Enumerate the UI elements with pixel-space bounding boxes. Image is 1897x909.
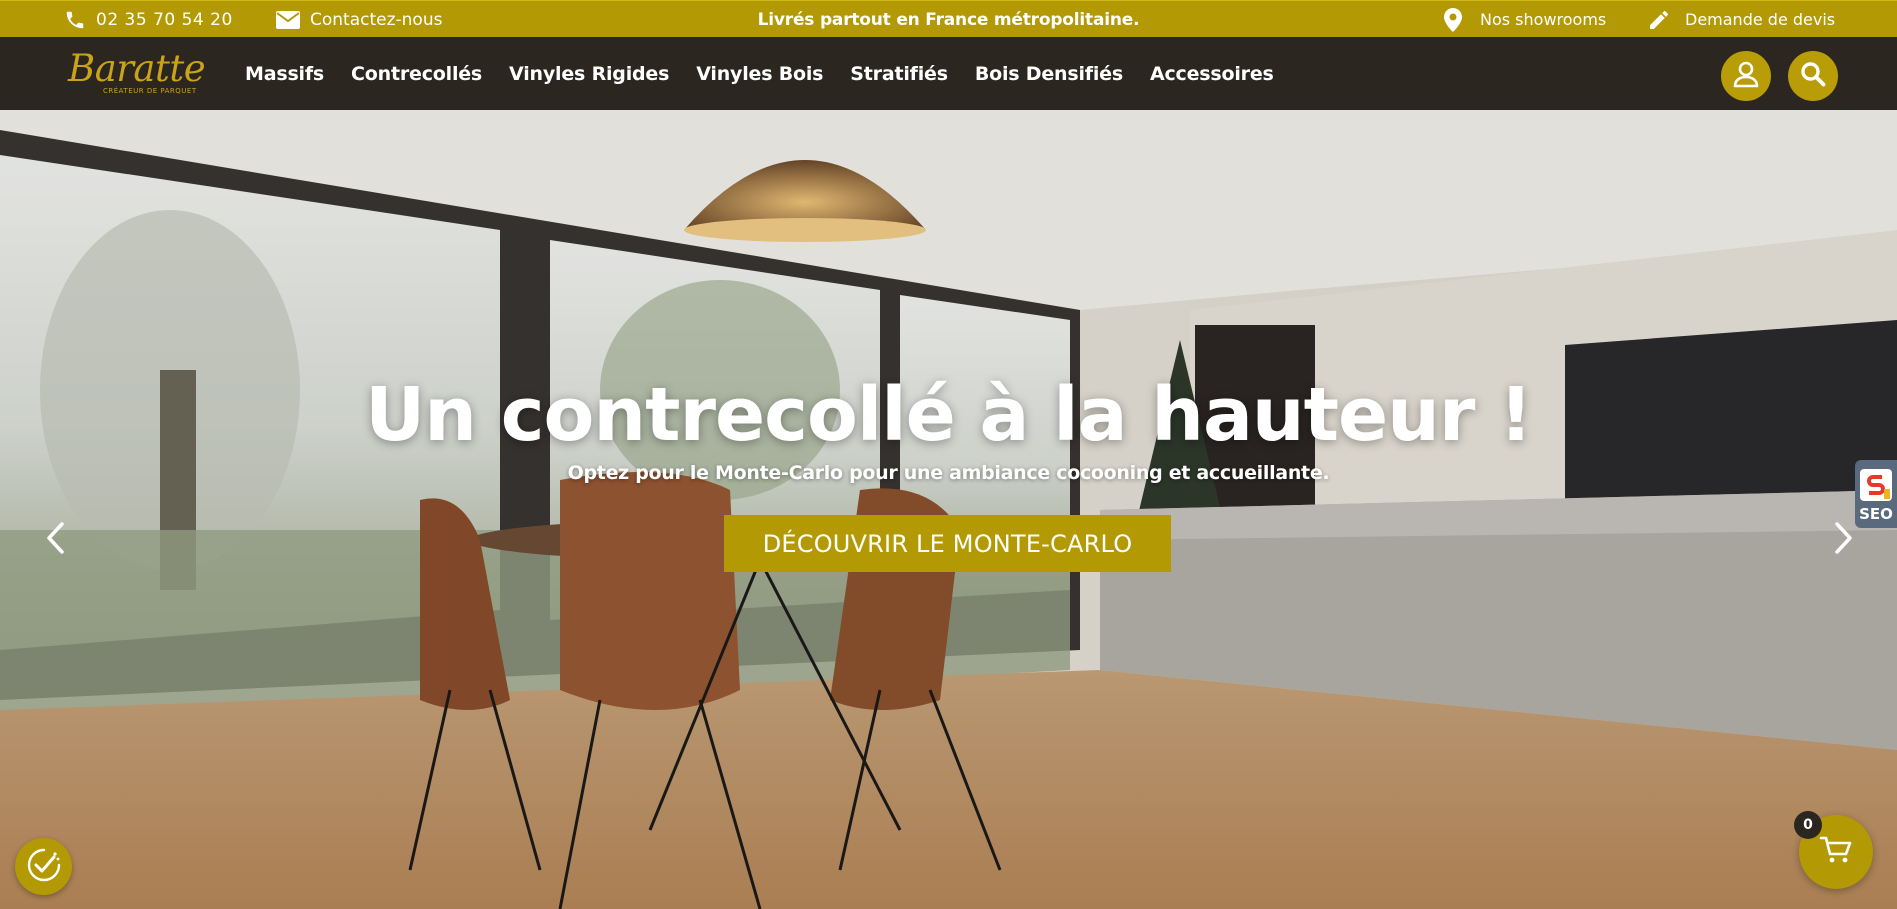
slider-prev-button[interactable] bbox=[40, 520, 70, 560]
delivery-announcement: Livrés partout en France métropolitaine. bbox=[757, 9, 1140, 30]
logo-tagline: CRÉATEUR DE PARQUET bbox=[103, 87, 197, 95]
search-icon bbox=[1800, 61, 1826, 91]
quote-label: Demande de devis bbox=[1685, 10, 1836, 29]
pencil-icon bbox=[1647, 8, 1671, 32]
account-button[interactable] bbox=[1721, 51, 1771, 101]
map-pin-icon bbox=[1444, 7, 1462, 32]
hero-image bbox=[0, 110, 1897, 909]
hero-title: Un contrecollé à la hauteur ! bbox=[365, 372, 1533, 458]
nav-item-stratifies[interactable]: Stratifiés bbox=[850, 63, 948, 85]
search-button[interactable] bbox=[1788, 51, 1838, 101]
consent-check-icon bbox=[24, 845, 64, 889]
main-nav: Baratte CRÉATEUR DE PARQUET Massifs Cont… bbox=[0, 37, 1897, 110]
cart-count-badge: 0 bbox=[1794, 811, 1822, 839]
showrooms-link[interactable]: Nos showrooms bbox=[1444, 1, 1606, 38]
nav-item-contrecolles[interactable]: Contrecollés bbox=[351, 63, 482, 85]
seo-badge[interactable]: SEO bbox=[1855, 460, 1897, 528]
hero-subtitle: Optez pour le Monte-Carlo pour une ambia… bbox=[567, 462, 1330, 484]
hero-cta-button[interactable]: DÉCOUVRIR LE MONTE-CARLO bbox=[724, 515, 1171, 572]
logo-wordmark: Baratte bbox=[68, 47, 206, 90]
nav-item-bois-densifies[interactable]: Bois Densifiés bbox=[975, 63, 1123, 85]
showrooms-label: Nos showrooms bbox=[1480, 10, 1607, 29]
logo[interactable]: Baratte CRÉATEUR DE PARQUET bbox=[68, 47, 206, 99]
nav-menu: Massifs Contrecollés Vinyles Rigides Vin… bbox=[245, 37, 1301, 110]
nav-item-massifs[interactable]: Massifs bbox=[245, 63, 324, 85]
hero-slider: Un contrecollé à la hauteur ! Optez pour… bbox=[0, 110, 1897, 909]
nav-item-vinyles-rigides[interactable]: Vinyles Rigides bbox=[509, 63, 669, 85]
seo-logo-icon bbox=[1860, 469, 1892, 501]
cookie-consent-button[interactable] bbox=[15, 838, 72, 895]
slider-next-button[interactable] bbox=[1829, 520, 1859, 560]
chevron-left-icon bbox=[45, 521, 65, 559]
cart-icon bbox=[1819, 835, 1853, 869]
nav-item-accessoires[interactable]: Accessoires bbox=[1150, 63, 1274, 85]
top-bar: 02 35 70 54 20 Contactez-nous Livrés par… bbox=[0, 0, 1897, 37]
seo-badge-label: SEO bbox=[1859, 505, 1893, 523]
chevron-right-icon bbox=[1834, 521, 1854, 559]
user-icon bbox=[1732, 60, 1760, 92]
quote-link[interactable]: Demande de devis bbox=[1647, 1, 1835, 38]
nav-item-vinyles-bois[interactable]: Vinyles Bois bbox=[696, 63, 823, 85]
